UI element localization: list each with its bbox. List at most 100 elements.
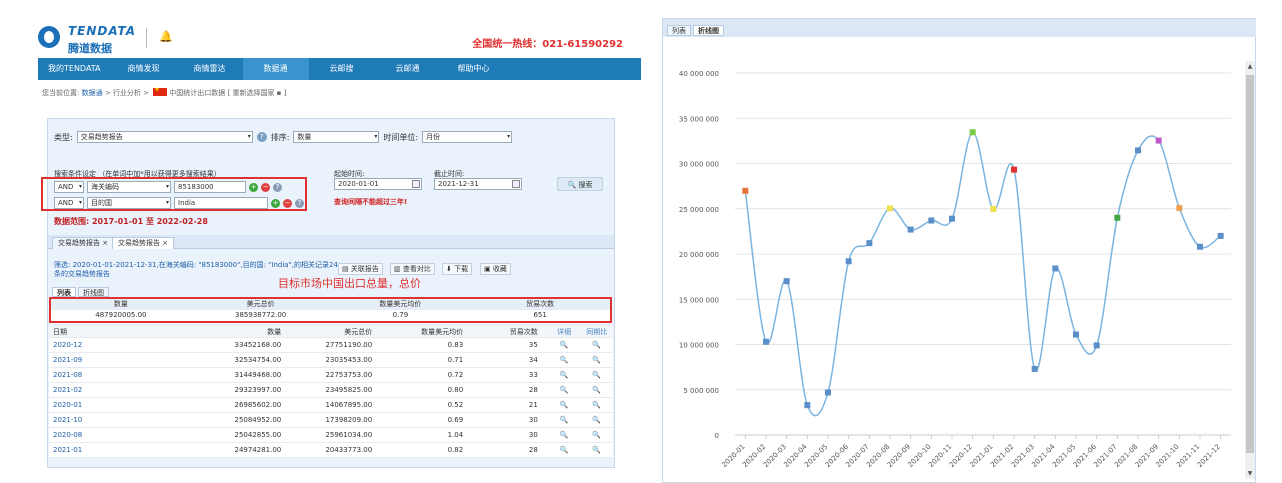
date-link[interactable]: 2020-01 [49,398,221,412]
start-date-input[interactable]: 2020-01-01 [334,178,422,190]
tab-report-1[interactable]: 交易趋势报告 × [52,237,115,249]
date-link[interactable]: 2020-08 [49,428,221,442]
breadcrumb-industry[interactable]: 行业分析 [113,89,141,97]
calendar-icon[interactable] [512,180,520,188]
date-link[interactable]: 2021-01 [49,443,221,457]
yoy-icon[interactable]: 🔍 [580,443,613,457]
cond2-operator[interactable]: AND ▾ [54,197,84,209]
nav-item-data[interactable]: 数据通 [242,58,309,80]
download-button[interactable]: ⬇ 下载 [442,263,473,275]
date-link[interactable]: 2021-02 [49,383,221,397]
related-report-button[interactable]: ▤ 关联报告 [338,263,383,275]
add-condition-icon[interactable]: + [271,198,280,208]
reselect-country-link[interactable]: [ 重新选择国家 ▪ ] [227,89,286,97]
nav-item-discover[interactable]: 商情发现 [111,58,177,80]
header-divider [146,28,147,48]
y-tick-label: 15 000 000 [679,296,719,304]
end-date-input[interactable]: 2021-12-31 [434,178,522,190]
yoy-icon[interactable]: 🔍 [580,383,613,397]
type-select[interactable]: 交易趋势报告 ▾ [76,131,253,143]
date-link[interactable]: 2020-12 [49,338,221,352]
date-link[interactable]: 2021-09 [49,353,221,367]
favorite-button[interactable]: ▣ 收藏 [480,263,511,275]
cond1-operator[interactable]: AND ▾ [54,181,84,193]
table-header-cell[interactable]: 美元总价 [285,326,376,337]
chart-scrollbar[interactable]: ▲ ▼ [1245,61,1255,479]
detail-icon[interactable]: 🔍 [548,443,581,457]
detail-icon[interactable]: 🔍 [548,383,581,397]
search-button[interactable]: 🔍 搜索 [557,177,603,191]
favorite-label: 收藏 [492,265,507,273]
data-point [742,187,749,194]
table-cell: 21 [528,401,538,409]
tab-list[interactable]: 列表 [667,25,691,36]
y-tick-label: 30 000 000 [679,161,719,169]
condition-row-1: AND ▾ 海关编码 ▾ 85183000 + − ? [54,181,282,193]
yoy-icon[interactable]: 🔍 [580,428,613,442]
table-row: 2021-01 24974281.00 20433773.00 0.82 28 🔍 🔍 [49,443,613,458]
logo-text-en[interactable]: TENDATA [68,24,136,38]
detail-icon[interactable]: 🔍 [548,428,581,442]
table-row: 2021-10 25084952.00 17398209.00 0.69 30 🔍 🔍 [49,413,613,428]
summary-header-cell: 数量 [113,300,128,308]
table-cell: 0.72 [447,371,464,379]
compare-label: 查看对比 [402,265,431,273]
tab-line-chart[interactable]: 折线图 [693,25,724,36]
nav-item-mail[interactable]: 云邮通 [375,58,441,80]
compare-button[interactable]: ▥ 查看对比 [390,263,435,275]
tab-report-2[interactable]: 交易趋势报告 × [112,237,175,249]
detail-icon[interactable]: 🔍 [548,353,581,367]
yoy-icon[interactable]: 🔍 [580,338,613,352]
logo-icon[interactable] [38,26,60,48]
condition-help-icon[interactable]: ? [273,182,282,192]
date-link[interactable]: 2021-10 [49,413,221,427]
calendar-icon[interactable] [412,180,420,188]
summary-highlight-box: 数量 美元总价 数量美元均价 贸易次数 487920005.00 3859387… [49,297,612,323]
yoy-icon[interactable]: 🔍 [580,353,613,367]
remove-condition-icon[interactable]: − [261,182,270,192]
logo-text-cn[interactable]: 腾道数据 [68,40,112,56]
table-header-cell[interactable]: 贸易次数 [467,326,548,337]
data-point [763,338,769,345]
condition-help-icon[interactable]: ? [295,198,304,208]
yoy-icon[interactable]: 🔍 [580,398,613,412]
detail-icon[interactable]: 🔍 [548,398,581,412]
nav-item-help[interactable]: 帮助中心 [441,58,507,80]
nav-item-mail-search[interactable]: 云邮搜 [309,58,375,80]
table-cell: 0.82 [447,446,464,454]
tab-list[interactable]: 列表 [52,287,76,297]
bell-icon[interactable]: 🔔 [159,31,173,43]
view-tabs: 列表 折线图 [52,287,109,297]
add-condition-icon[interactable]: + [249,182,258,192]
y-tick-label: 35 000 000 [679,115,719,123]
nav-item-radar[interactable]: 商情雷达 [177,58,243,80]
data-point [907,226,914,233]
table-header: 日期 数量 美元总价 数量美元均价 贸易次数 详细 同期比 [49,326,613,338]
chart-tab-bar: 列表 折线图 [663,19,1256,37]
help-icon[interactable]: ? [256,132,267,142]
cond1-field[interactable]: 海关编码 ▾ [87,181,171,193]
cond2-field[interactable]: 目的国 ▾ [87,197,171,209]
yoy-icon[interactable]: 🔍 [580,413,613,427]
date-link[interactable]: 2021-08 [49,368,221,382]
yoy-icon[interactable]: 🔍 [580,368,613,382]
data-point [1011,166,1017,173]
remove-condition-icon[interactable]: − [283,198,292,208]
unit-select[interactable]: 月份 ▾ [422,131,513,143]
tab-line-chart[interactable]: 折线图 [78,287,109,297]
table-cell: 30 [528,416,538,424]
detail-icon[interactable]: 🔍 [548,368,581,382]
detail-icon[interactable]: 🔍 [548,338,581,352]
scroll-down-icon[interactable]: ▼ [1246,470,1254,477]
scroll-thumb[interactable] [1246,75,1254,453]
nav-item-my[interactable]: 我的TENDATA [38,58,111,80]
cond2-value-input[interactable]: India [174,197,268,209]
detail-icon[interactable]: 🔍 [548,413,581,427]
table-header-cell[interactable]: 数量美元均价 [376,326,467,337]
cond1-value-input[interactable]: 85183000 [174,181,246,193]
table-header-cell[interactable]: 数量 [221,326,285,337]
breadcrumb-link-data[interactable]: 数据通 [82,89,103,97]
table-header-cell[interactable]: 日期 [49,326,221,337]
sort-select[interactable]: 数量 ▾ [293,131,380,143]
scroll-up-icon[interactable]: ▲ [1246,63,1254,70]
